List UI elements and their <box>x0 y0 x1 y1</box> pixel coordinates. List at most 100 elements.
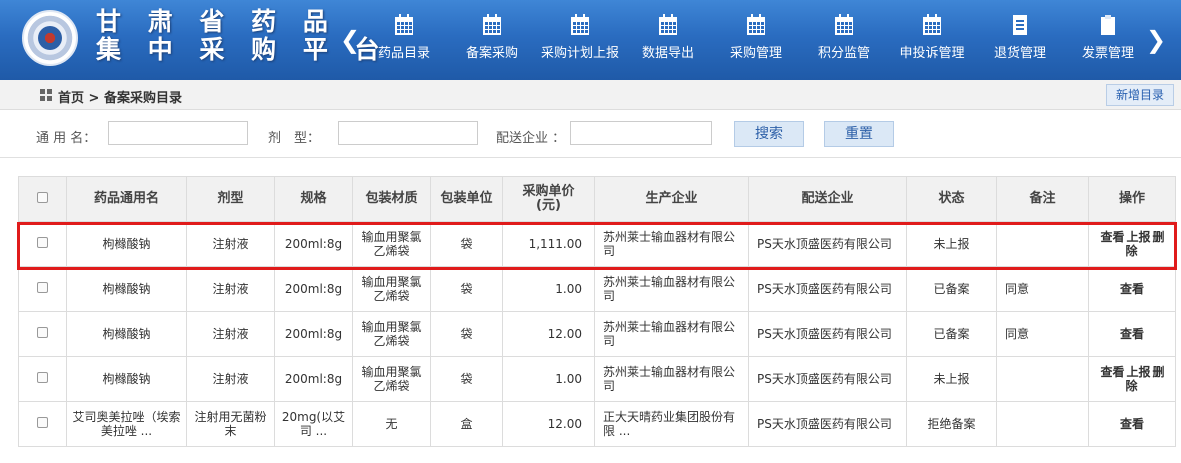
cell-unit: 袋 <box>430 266 503 312</box>
action-link-0[interactable]: 查看 <box>1100 365 1124 379</box>
row-select-cell[interactable] <box>18 311 67 357</box>
action-link-0[interactable]: 查看 <box>1100 230 1124 244</box>
cell-actions: 查看 <box>1088 266 1176 312</box>
action-link-0[interactable]: 查看 <box>1120 417 1144 431</box>
cell-spec: 200ml:8g <box>274 221 353 267</box>
column-header-9: 备注 <box>996 176 1089 222</box>
grid-icon <box>40 89 52 101</box>
column-header-2: 规格 <box>274 176 353 222</box>
cell-maker: 苏州莱士输血器材有限公司 <box>594 266 749 312</box>
calendar-icon <box>483 14 501 35</box>
cell-actions: 查看 上报 删除 <box>1088 221 1176 267</box>
row-select-cell[interactable] <box>18 401 67 447</box>
cell-spec: 200ml:8g <box>274 356 353 402</box>
cell-form: 注射用无菌粉末 <box>186 401 275 447</box>
nav-item-6[interactable]: 申投诉管理 <box>888 0 976 80</box>
select-all-cell[interactable] <box>18 176 67 222</box>
calendar-icon <box>747 14 765 35</box>
breadcrumb-bar: 首页 > 备案采购目录 <box>0 80 1181 110</box>
column-header-4: 包装单位 <box>430 176 503 222</box>
action-link-0[interactable]: 查看 <box>1120 327 1144 341</box>
cell-note <box>996 356 1089 402</box>
cell-material: 输血用聚氯乙烯袋 <box>352 356 431 402</box>
nav-item-label: 采购计划上报 <box>540 46 619 61</box>
nav-item-7[interactable]: 退货管理 <box>976 0 1064 80</box>
nav-item-label: 备案采购 <box>465 46 518 61</box>
cell-unit: 袋 <box>430 311 503 357</box>
nav-item-label: 积分监管 <box>817 46 870 61</box>
nav-item-0[interactable]: 药品目录 <box>360 0 448 80</box>
reset-button[interactable]: 重置 <box>824 121 894 147</box>
distributor-label: 配送企业 ： <box>496 131 566 146</box>
column-header-0: 药品通用名 <box>66 176 187 222</box>
cell-dist: PS天水顶盛医药有限公司 <box>748 356 907 402</box>
cell-note: 同意 <box>996 266 1089 312</box>
nav-item-2[interactable]: 采购计划上报 <box>536 0 624 80</box>
cell-unit: 袋 <box>430 221 503 267</box>
main-nav: 药品目录 备案采购 采购计划上报 数据导出 采购管理 积分监管 申投诉管理 退货管理 发票管理 <box>360 0 1152 80</box>
cell-form: 注射液 <box>186 266 275 312</box>
row-checkbox[interactable] <box>37 327 48 338</box>
cell-unit: 袋 <box>430 356 503 402</box>
table-header-row: 药品通用名 剂型 规格 包装材质 包装单位 采购单价 (元) 生产企业 配送企业 状态 备注 操作 <box>18 176 1176 222</box>
document-icon <box>1013 15 1027 35</box>
row-select-cell[interactable] <box>18 221 67 267</box>
cell-name: 枸橼酸钠 <box>66 356 187 402</box>
nav-item-label: 申投诉管理 <box>899 46 965 61</box>
column-header-10: 操作 <box>1088 176 1176 222</box>
calendar-icon <box>923 14 941 35</box>
cell-dist: PS天水顶盛医药有限公司 <box>748 221 907 267</box>
nav-item-label: 采购管理 <box>729 46 782 61</box>
nav-item-3[interactable]: 数据导出 <box>624 0 712 80</box>
cell-maker: 苏州莱士输血器材有限公司 <box>594 311 749 357</box>
cell-status: 已备案 <box>906 266 997 312</box>
cell-status: 未上报 <box>906 356 997 402</box>
nav-item-1[interactable]: 备案采购 <box>448 0 536 80</box>
dosage-form-label: 剂 型： <box>268 131 321 146</box>
cell-spec: 20mg(以艾司 ... <box>274 401 353 447</box>
cell-note <box>996 221 1089 267</box>
row-checkbox[interactable] <box>37 417 48 428</box>
action-link-1[interactable]: 上报 <box>1126 230 1150 244</box>
cell-name: 枸橼酸钠 <box>66 221 187 267</box>
cell-status: 未上报 <box>906 221 997 267</box>
nav-item-4[interactable]: 采购管理 <box>712 0 800 80</box>
nav-prev-arrow-icon[interactable]: ❮ <box>340 26 360 54</box>
cell-actions: 查看 <box>1088 311 1176 357</box>
column-header-6: 生产企业 <box>594 176 749 222</box>
row-checkbox[interactable] <box>37 372 48 383</box>
search-form: 通 用 名： 剂 型： 配送企业 ： 搜索 重置 <box>0 112 1181 158</box>
cell-spec: 200ml:8g <box>274 266 353 312</box>
action-link-1[interactable]: 上报 <box>1126 365 1150 379</box>
calendar-icon <box>571 14 589 35</box>
search-button[interactable]: 搜索 <box>734 121 804 147</box>
select-all-checkbox[interactable] <box>37 191 48 203</box>
add-catalog-button[interactable]: 新增目录 <box>1106 84 1174 106</box>
cell-price: 12.00 <box>502 311 595 357</box>
table-row: 枸橼酸钠 注射液 200ml:8g 输血用聚氯乙烯袋袋 1.00 苏州莱士输血器材有限公司… <box>18 356 1176 402</box>
nav-next-arrow-icon[interactable]: ❯ <box>1146 26 1166 54</box>
generic-name-input[interactable] <box>108 121 248 145</box>
nav-item-5[interactable]: 积分监管 <box>800 0 888 80</box>
row-select-cell[interactable] <box>18 356 67 402</box>
nav-item-label: 发票管理 <box>1081 46 1134 61</box>
calendar-icon <box>659 14 677 35</box>
row-checkbox[interactable] <box>37 237 48 248</box>
distributor-input[interactable] <box>570 121 712 145</box>
cell-unit: 盒 <box>430 401 503 447</box>
nav-item-8[interactable]: 发票管理 <box>1064 0 1152 80</box>
row-select-cell[interactable] <box>18 266 67 312</box>
cell-price: 1.00 <box>502 266 595 312</box>
dosage-form-input[interactable] <box>338 121 478 145</box>
table-row: 枸橼酸钠 注射液 200ml:8g 输血用聚氯乙烯袋袋 1,111.00 苏州莱士输血器材… <box>18 221 1176 267</box>
cell-dist: PS天水顶盛医药有限公司 <box>748 401 907 447</box>
cell-form: 注射液 <box>186 311 275 357</box>
cell-material: 输血用聚氯乙烯袋 <box>352 311 431 357</box>
cell-material: 输血用聚氯乙烯袋 <box>352 266 431 312</box>
top-header: 甘 肃 省 药 品 集 中 采 购 平 台 ❮ 药品目录 备案采购 采购计划上报 数据… <box>0 0 1181 80</box>
cell-price: 1.00 <box>502 356 595 402</box>
column-header-7: 配送企业 <box>748 176 907 222</box>
cell-price: 1,111.00 <box>502 221 595 267</box>
row-checkbox[interactable] <box>37 282 48 293</box>
action-link-0[interactable]: 查看 <box>1120 282 1144 296</box>
